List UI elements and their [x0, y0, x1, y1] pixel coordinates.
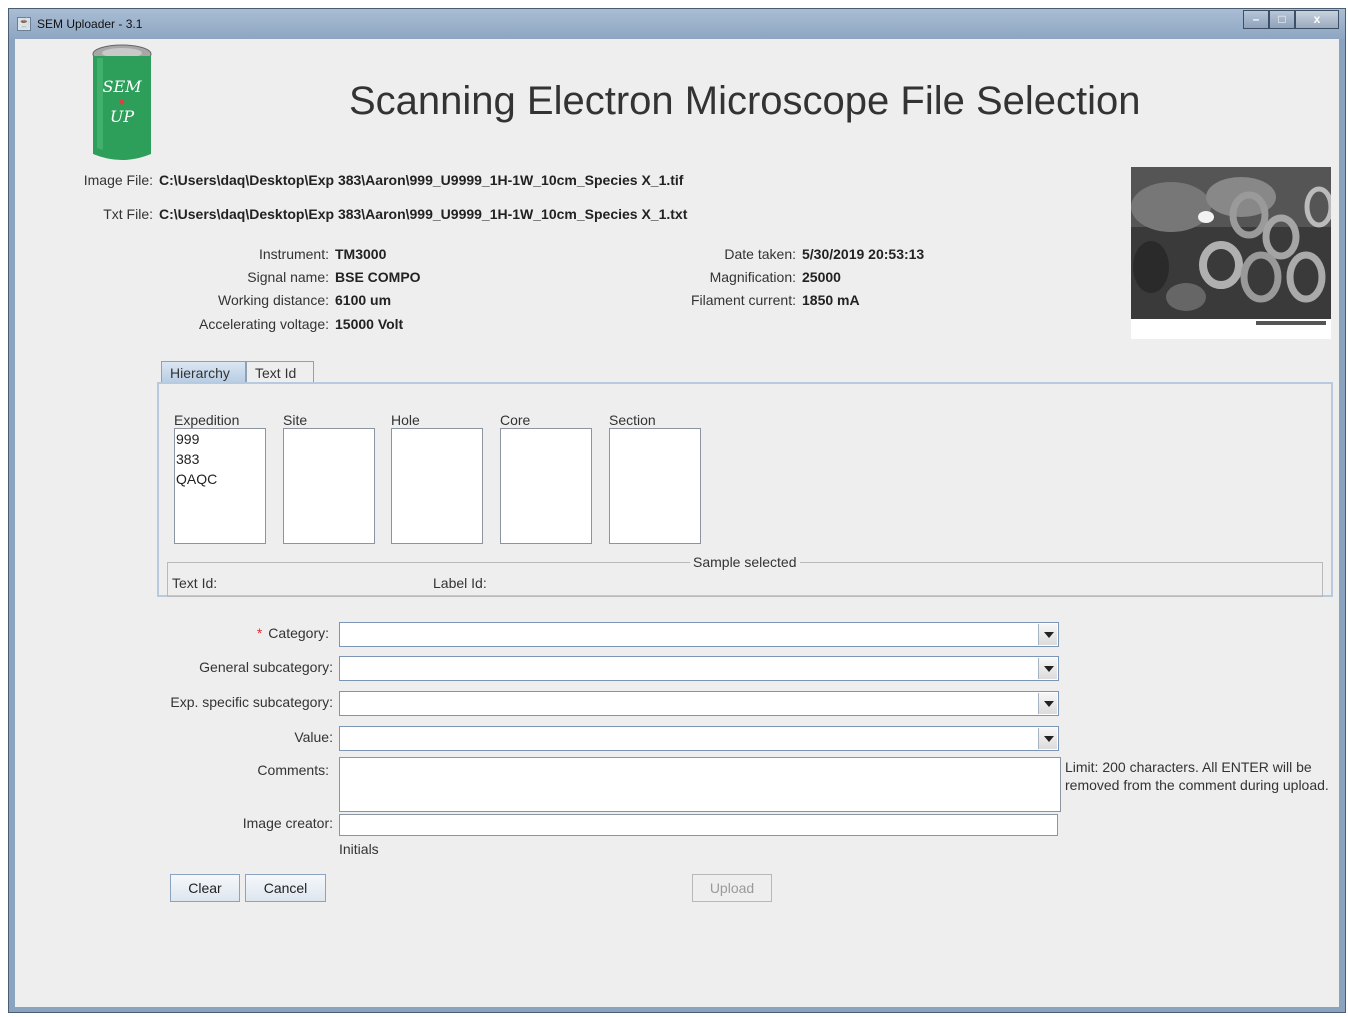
image-file-label: Image File:: [83, 172, 153, 188]
core-column-label: Core: [500, 412, 531, 428]
image-file-value: C:\Users\daq\Desktop\Exp 383\Aaron\999_U…: [159, 172, 684, 188]
category-label-text: Category:: [268, 625, 329, 641]
accelerating-voltage-value: 15000 Volt: [335, 316, 404, 332]
txt-file-label: Txt File:: [103, 206, 153, 222]
maximize-button[interactable]: □: [1269, 10, 1295, 29]
page-title: Scanning Electron Microscope File Select…: [349, 79, 1141, 123]
logo-text-up: UP: [110, 107, 134, 126]
image-creator-label: Image creator:: [242, 815, 333, 831]
window-title: SEM Uploader - 3.1: [37, 17, 143, 31]
category-dropdown[interactable]: [339, 622, 1059, 647]
section-column-label: Section: [609, 412, 656, 428]
label-id-label: Label Id:: [433, 575, 487, 591]
image-creator-input[interactable]: [339, 814, 1058, 836]
chevron-down-icon[interactable]: [1038, 658, 1057, 679]
tab-hierarchy[interactable]: Hierarchy: [161, 361, 246, 382]
chevron-down-icon[interactable]: [1038, 728, 1057, 749]
category-label: * Category:: [257, 625, 329, 641]
clear-button[interactable]: Clear: [170, 874, 240, 902]
instrument-label: Instrument:: [258, 246, 329, 262]
sample-selected-title: Sample selected: [690, 554, 800, 570]
list-item[interactable]: 999: [175, 429, 265, 449]
txt-file-value: C:\Users\daq\Desktop\Exp 383\Aaron\999_U…: [159, 206, 688, 222]
comments-textarea[interactable]: [339, 757, 1061, 812]
app-window: ☕ SEM Uploader - 3.1 – □ x SEM UP Scanni…: [8, 8, 1346, 1013]
exp-specific-subcategory-label: Exp. specific subcategory:: [170, 694, 333, 710]
value-label: Value:: [294, 729, 333, 745]
window-controls: – □ x: [1243, 10, 1339, 30]
site-column-label: Site: [283, 412, 308, 428]
expedition-list[interactable]: 999 383 QAQC: [174, 428, 266, 544]
text-id-label: Text Id:: [172, 575, 218, 591]
logo-text-sem: SEM: [102, 77, 142, 96]
value-dropdown[interactable]: [339, 726, 1059, 751]
hole-list[interactable]: [391, 428, 483, 544]
initials-hint: Initials: [339, 841, 379, 857]
main-panel: SEM UP Scanning Electron Microscope File…: [15, 39, 1339, 1007]
expedition-column-label: Expedition: [174, 412, 240, 428]
title-bar[interactable]: ☕ SEM Uploader - 3.1 – □ x: [9, 9, 1345, 39]
hole-column-label: Hole: [391, 412, 420, 428]
accelerating-voltage-label: Accelerating voltage:: [199, 316, 329, 332]
general-subcategory-label: General subcategory:: [199, 659, 333, 675]
upload-button[interactable]: Upload: [692, 874, 772, 902]
section-list[interactable]: [609, 428, 701, 544]
sem-up-logo: SEM UP: [92, 44, 152, 160]
magnification-value: 25000: [802, 269, 841, 285]
list-item[interactable]: QAQC: [175, 469, 265, 489]
working-distance-value: 6100 um: [335, 292, 392, 308]
working-distance-label: Working distance:: [217, 292, 329, 308]
signal-name-label: Signal name:: [247, 269, 329, 285]
minimize-button[interactable]: –: [1243, 10, 1269, 29]
tab-text-id[interactable]: Text Id: [246, 361, 314, 382]
list-item[interactable]: 383: [175, 449, 265, 469]
signal-name-value: BSE COMPO: [335, 269, 421, 285]
general-subcategory-dropdown[interactable]: [339, 656, 1059, 681]
chevron-down-icon[interactable]: [1038, 693, 1057, 714]
chevron-down-icon[interactable]: [1038, 624, 1057, 645]
sem-image-thumbnail: [1131, 167, 1331, 339]
site-list[interactable]: [283, 428, 375, 544]
comments-label: Comments:: [257, 762, 329, 778]
date-taken-value: 5/30/2019 20:53:13: [802, 246, 925, 262]
filament-current-value: 1850 mA: [802, 292, 860, 308]
core-list[interactable]: [500, 428, 592, 544]
java-app-icon: ☕: [17, 17, 31, 31]
cancel-button[interactable]: Cancel: [245, 874, 326, 902]
instrument-value: TM3000: [335, 246, 387, 262]
filament-current-label: Filament current:: [690, 292, 796, 308]
exp-specific-subcategory-dropdown[interactable]: [339, 691, 1059, 716]
sample-selected-group: Sample selected Text Id: Label Id:: [167, 554, 1323, 597]
comments-limit-note: Limit: 200 characters. All ENTER will be…: [1065, 759, 1329, 793]
date-taken-label: Date taken:: [724, 246, 796, 262]
hierarchy-panel: Expedition Site Hole Core Section 999 38…: [157, 382, 1333, 597]
required-asterisk: *: [256, 625, 263, 641]
close-button[interactable]: x: [1295, 10, 1339, 29]
magnification-label: Magnification:: [709, 269, 796, 285]
